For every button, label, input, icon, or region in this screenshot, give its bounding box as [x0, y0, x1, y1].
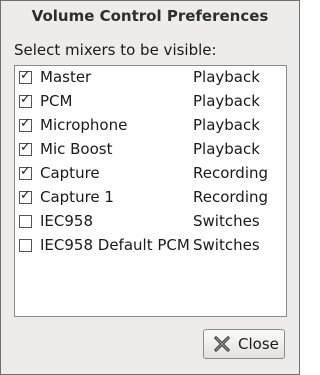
mixer-name: Capture 1 [40, 188, 114, 206]
mixer-name: Master [40, 68, 92, 86]
mixer-row-pcm[interactable]: PCM Playback [15, 90, 286, 114]
mixer-row-microphone[interactable]: Microphone Playback [15, 114, 286, 138]
mixer-row-iec958[interactable]: IEC958 Switches [15, 210, 286, 234]
mixer-checkbox-pcm[interactable] [19, 92, 32, 108]
preferences-dialog: Volume Control Preferences Select mixers… [0, 0, 300, 375]
mixer-checkbox-iec958[interactable] [19, 215, 32, 228]
close-button[interactable]: Close [203, 329, 285, 359]
mixer-row-capture[interactable]: Capture Recording [15, 162, 286, 186]
mixer-type: Switches [193, 236, 260, 254]
mixer-name: IEC958 Default PCM [40, 236, 190, 254]
mixer-type: Playback [193, 92, 260, 110]
mixer-row-master[interactable]: Master Playback [15, 66, 286, 90]
mixer-type: Recording [193, 188, 269, 206]
mixer-row-mic-boost[interactable]: Mic Boost Playback [15, 138, 286, 162]
mixer-row-iec958-default-pcm[interactable]: IEC958 Default PCM Switches [15, 234, 286, 258]
mixer-list[interactable]: Master Playback PCM Playback Microphone … [14, 65, 287, 317]
mixer-name: Microphone [40, 116, 128, 134]
mixer-type: Recording [193, 164, 269, 182]
mixer-row-capture-1[interactable]: Capture 1 Recording [15, 186, 286, 210]
mixer-name: Capture [40, 164, 100, 182]
mixer-name: IEC958 [40, 212, 94, 230]
close-button-label: Close [238, 335, 279, 353]
mixer-prompt: Select mixers to be visible: [14, 41, 217, 59]
mixer-type: Switches [193, 212, 260, 230]
mixer-type: Playback [193, 140, 260, 158]
mixer-checkbox-iec958-default-pcm[interactable] [19, 239, 32, 252]
dialog-title: Volume Control Preferences [31, 7, 269, 25]
mixer-checkbox-microphone[interactable] [19, 116, 32, 132]
mixer-checkbox-capture[interactable] [19, 164, 32, 180]
mixer-type: Playback [193, 68, 260, 86]
mixer-checkbox-master[interactable] [19, 68, 32, 84]
mixer-checkbox-capture-1[interactable] [19, 188, 32, 204]
mixer-name: PCM [40, 92, 73, 110]
close-icon [212, 334, 232, 354]
mixer-type: Playback [193, 116, 260, 134]
mixer-checkbox-mic-boost[interactable] [19, 140, 32, 156]
mixer-name: Mic Boost [40, 140, 113, 158]
